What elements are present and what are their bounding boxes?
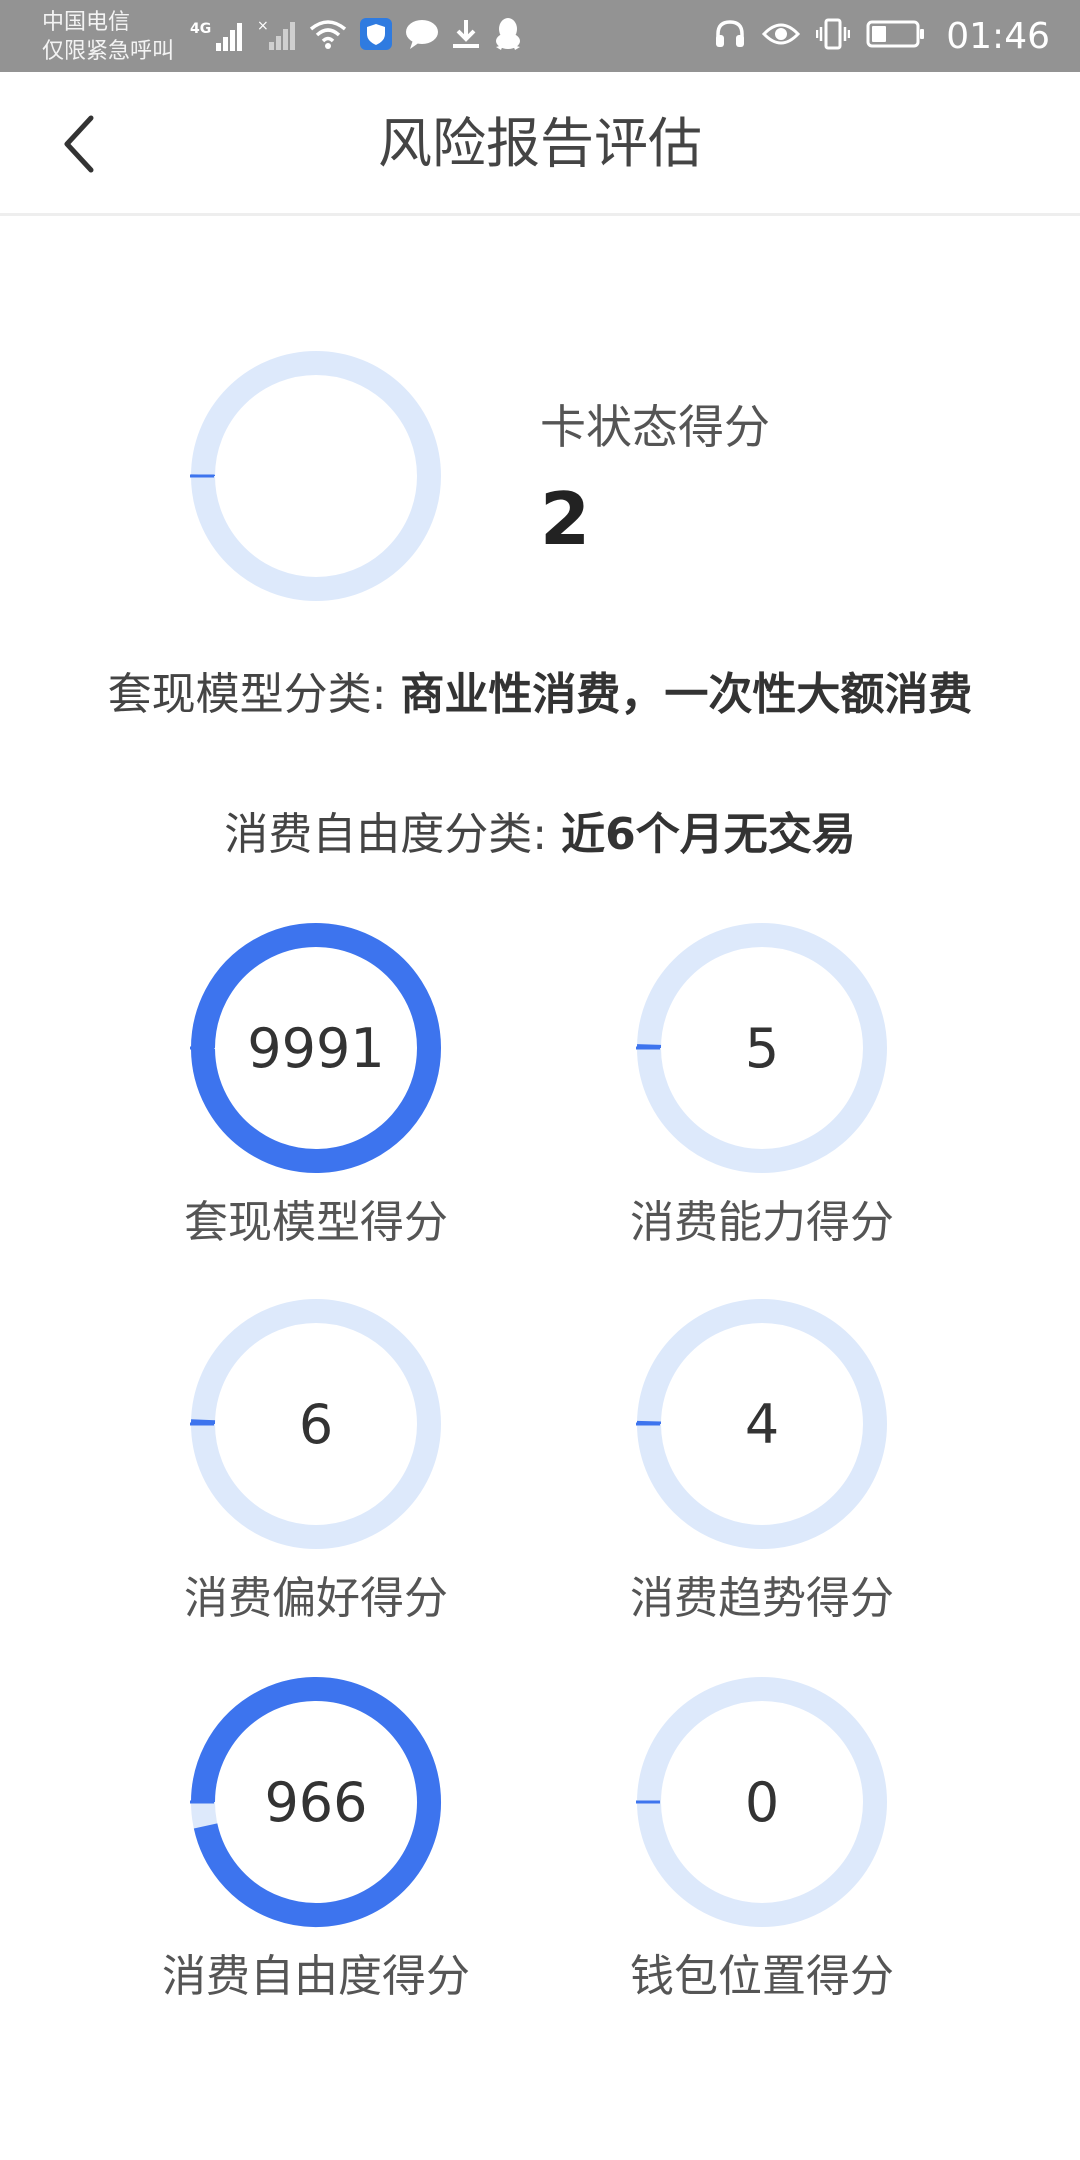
qq-icon bbox=[493, 17, 523, 55]
spending-preference-score-label: 消费偏好得分 bbox=[184, 1573, 448, 1624]
no-signal-icon: × bbox=[257, 18, 297, 54]
download-icon bbox=[451, 18, 481, 54]
message-icon bbox=[405, 18, 439, 54]
spending-power-score-gauge: 5 bbox=[636, 922, 888, 1174]
spending-freedom-score-label: 消费自由度得分 bbox=[162, 1951, 470, 2002]
network-type-label: 4G bbox=[190, 21, 212, 37]
spending-freedom-score-gauge: 966 bbox=[190, 1676, 442, 1928]
status-bar: 中国电信 仅限紧急呼叫 4G × 01:46 bbox=[0, 0, 1080, 72]
cashout-model-value: 商业性消费，一次性大额消费 bbox=[400, 669, 973, 720]
cashout-model-label: 套现模型分类: bbox=[107, 669, 401, 720]
signal-4g-icon: 4G bbox=[190, 21, 245, 51]
spending-trend-score-gauge: 4 bbox=[636, 1298, 888, 1550]
shield-app-icon bbox=[359, 17, 393, 55]
card-status-gauge bbox=[190, 350, 442, 602]
cashout-model-classification: 套现模型分类: 商业性消费，一次性大额消费 bbox=[80, 660, 1000, 730]
gauge-value: 6 bbox=[298, 1392, 334, 1456]
gauge-value: 0 bbox=[744, 1770, 780, 1834]
status-icons-right: 01:46 bbox=[714, 14, 1050, 58]
spending-freedom-classification: 消费自由度分类: 近6个月无交易 bbox=[80, 800, 1000, 870]
svg-text:×: × bbox=[257, 18, 269, 34]
page-title: 风险报告评估 bbox=[378, 112, 702, 175]
cashout-model-score-label: 套现模型得分 bbox=[184, 1197, 448, 1248]
spending-freedom-label: 消费自由度分类: bbox=[224, 809, 562, 860]
nav-bar: 风险报告评估 bbox=[0, 72, 1080, 216]
wallet-position-score-gauge: 0 bbox=[636, 1676, 888, 1928]
carrier-name: 中国电信 bbox=[42, 10, 131, 35]
emergency-only-text: 仅限紧急呼叫 bbox=[42, 39, 175, 64]
eye-comfort-icon bbox=[762, 20, 801, 52]
spending-preference-score-gauge: 6 bbox=[190, 1298, 442, 1550]
gauge-value: 4 bbox=[744, 1392, 780, 1456]
gauge-value: 9991 bbox=[247, 1016, 385, 1080]
gauge-track bbox=[191, 351, 441, 601]
vibrate-icon bbox=[816, 17, 851, 55]
headset-icon bbox=[714, 18, 746, 54]
spending-trend-score-label: 消费趋势得分 bbox=[630, 1573, 894, 1624]
gauge-value: 5 bbox=[744, 1016, 780, 1080]
spending-freedom-value: 近6个月无交易 bbox=[561, 809, 856, 860]
spending-power-score-label: 消费能力得分 bbox=[630, 1197, 894, 1248]
carrier-info: 中国电信 仅限紧急呼叫 bbox=[42, 8, 174, 66]
status-icons-left: 4G × bbox=[190, 16, 523, 56]
card-status-label: 卡状态得分 bbox=[540, 400, 770, 454]
wallet-position-score-label: 钱包位置得分 bbox=[630, 1951, 894, 2002]
clock: 01:46 bbox=[946, 15, 1050, 57]
battery-icon bbox=[866, 19, 926, 53]
cashout-model-score-gauge: 9991 bbox=[190, 922, 442, 1174]
gauge-value: 966 bbox=[264, 1770, 368, 1834]
card-status-score: 2 bbox=[540, 477, 591, 561]
wifi-icon bbox=[309, 19, 347, 53]
